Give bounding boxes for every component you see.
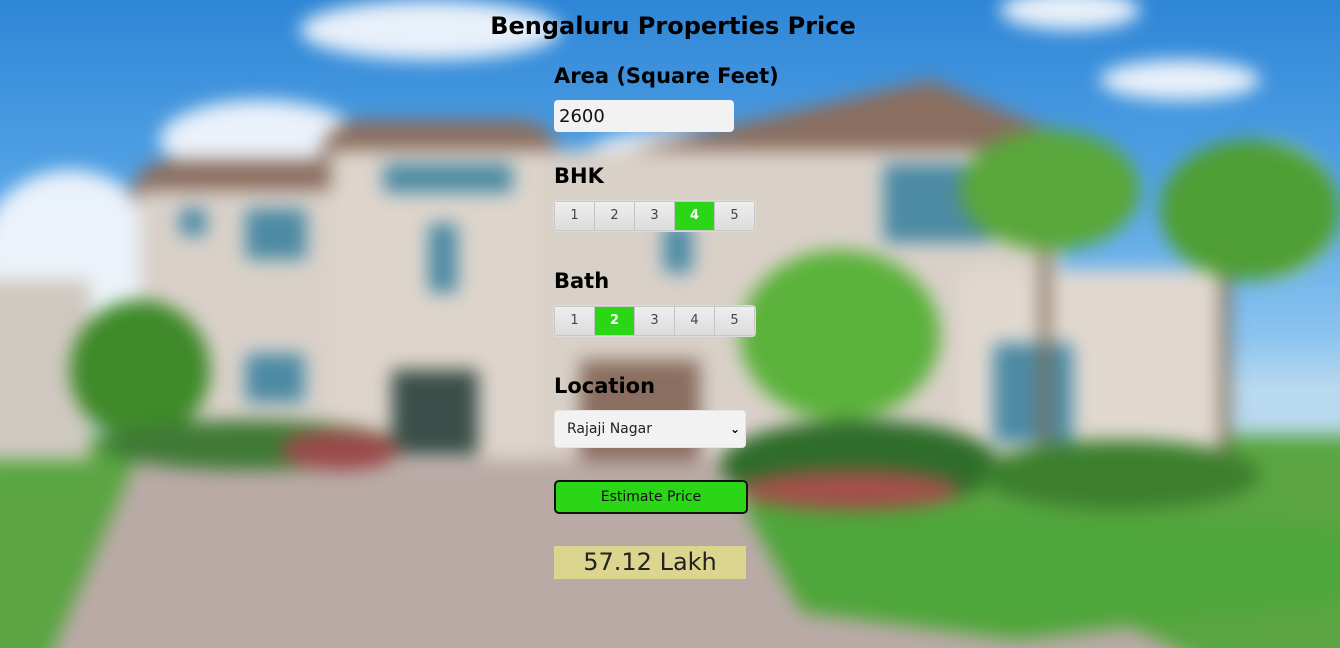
bath-label: Bath <box>554 269 610 293</box>
bhk-selector: 1 2 3 4 5 <box>554 201 755 231</box>
page-title: Bengaluru Properties Price <box>490 12 856 40</box>
bath-option-4[interactable]: 4 <box>675 307 715 335</box>
area-label: Area (Square Feet) <box>554 64 779 88</box>
bhk-option-1[interactable]: 1 <box>555 202 595 230</box>
chevron-down-icon: ⌄ <box>729 422 740 436</box>
bhk-label: BHK <box>554 164 604 188</box>
bhk-option-2[interactable]: 2 <box>595 202 635 230</box>
bhk-option-5[interactable]: 5 <box>715 202 754 230</box>
bath-selector: 1 2 3 4 5 <box>554 306 755 336</box>
bath-option-5[interactable]: 5 <box>715 307 754 335</box>
estimate-price-button[interactable]: Estimate Price <box>554 480 748 514</box>
bhk-option-3[interactable]: 3 <box>635 202 675 230</box>
location-select[interactable]: Rajaji Nagar ⌄ <box>554 410 746 448</box>
estimated-price-result: 57.12 Lakh <box>554 546 746 579</box>
bath-option-3[interactable]: 3 <box>635 307 675 335</box>
bath-option-1[interactable]: 1 <box>555 307 595 335</box>
area-input[interactable] <box>554 100 734 132</box>
bhk-option-4[interactable]: 4 <box>675 202 715 230</box>
location-label: Location <box>554 374 656 398</box>
bath-option-2[interactable]: 2 <box>595 307 635 335</box>
location-selected-value: Rajaji Nagar <box>567 421 652 437</box>
